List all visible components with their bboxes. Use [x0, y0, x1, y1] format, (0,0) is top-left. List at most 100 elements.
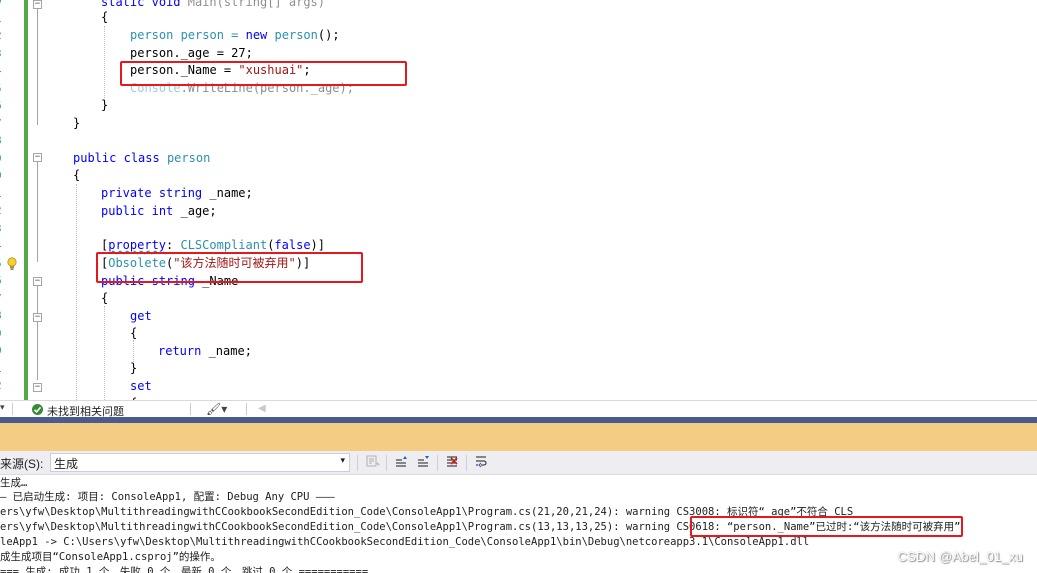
code-line: { [130, 326, 138, 340]
separator [437, 455, 438, 471]
separator [386, 455, 387, 471]
keyword: false [274, 238, 311, 252]
code-line-field-age: public int _age; [101, 203, 217, 219]
output-text-area[interactable]: 生成… — 已启动生成: 项目: ConsoleApp1, 配置: Debug … [0, 476, 1037, 573]
line-number: 3 [0, 47, 5, 60]
keyword: public [101, 204, 145, 218]
keyword: return [158, 344, 202, 358]
keyword: void [151, 0, 181, 9]
highlight-box-obsolete-warning [690, 516, 963, 537]
code-line: } [130, 361, 138, 375]
lightbulb-icon[interactable] [6, 257, 18, 271]
line-number: 7 [0, 292, 5, 305]
code-cleanup-brush-icon[interactable]: 🖌▾ [206, 402, 227, 416]
method-name: Main(string[] args) [187, 0, 326, 9]
line-number: 6 [0, 274, 5, 287]
code-line: { [73, 168, 81, 182]
constructor: person [267, 28, 318, 42]
code-editor[interactable]: − − − − − static void Main(string[] args… [0, 0, 1037, 400]
separator [466, 455, 467, 471]
class-name: person [166, 151, 211, 165]
previous-message-icon[interactable] [392, 454, 410, 472]
clear-all-icon[interactable] [443, 454, 461, 472]
code-line-set: set [130, 379, 152, 393]
separator [190, 403, 191, 415]
line-number: 2 [0, 379, 5, 392]
line-number: 1 [0, 187, 5, 200]
code-line-age: person._age = 27; [130, 46, 253, 60]
toggle-word-wrap-icon[interactable] [472, 454, 490, 472]
keyword: class [123, 151, 160, 165]
code-line-attr-property: [property: CLSCompliant(false)] [101, 237, 325, 253]
keyword: public [73, 151, 117, 165]
scroll-left-icon[interactable]: ◀ [258, 403, 266, 414]
line-number: 7 [0, 117, 5, 130]
next-message-icon[interactable] [414, 454, 432, 472]
line-number: 4 [0, 239, 5, 252]
fold-toggle-property[interactable]: − [33, 277, 42, 286]
zoom-dropdown-icon[interactable]: ▾ [0, 403, 5, 413]
code-text: _name; [201, 344, 252, 358]
line-number: 4 [0, 64, 5, 77]
line-number: 2 [0, 29, 5, 42]
line-number: 6 [0, 99, 5, 112]
code-line-class-decl: public class person [73, 150, 210, 166]
separator [12, 403, 13, 415]
output-line: — 已启动生成: 项目: ConsoleApp1, 配置: Debug Any … [0, 491, 335, 503]
keyword: private [101, 186, 152, 200]
fold-guide [37, 162, 38, 262]
output-line: === 生成: 成功 1 个，失败 0 个，最新 0 个，跳过 0 个 ====… [0, 566, 369, 573]
code-line-get: get [130, 309, 152, 323]
line-number: 1 [0, 12, 5, 25]
highlight-box-name-assignment [120, 61, 407, 86]
line-number: 5 [0, 257, 5, 270]
code-line-field-name: private string _name; [101, 185, 253, 201]
editor-status-strip: ▾ 未找到相关问题 🖌▾ ◀ [0, 400, 1037, 418]
line-number: 1 [0, 362, 5, 375]
output-source-select[interactable]: 生成 ▾ [50, 453, 350, 472]
line-number: 3 [0, 222, 5, 235]
output-toolbar: 来源(S): 生成 ▾ [0, 451, 1037, 475]
code-text: )] [310, 238, 325, 252]
code-text: (); [317, 28, 340, 42]
line-number: 8 [0, 134, 5, 147]
line-number: 2 [0, 204, 5, 217]
output-panel-titlebar[interactable] [0, 423, 1037, 451]
code-line: { [101, 10, 109, 24]
fold-toggle-get[interactable]: − [33, 313, 42, 322]
highlight-box-obsolete-attribute [96, 252, 363, 283]
output-line: leApp1 -> C:\Users\yfw\Desktop\Multithre… [0, 536, 810, 548]
code-line: { [101, 291, 109, 305]
keyword: static [101, 0, 145, 9]
line-number: 0 [0, 344, 5, 357]
code-line: } [73, 116, 81, 130]
indent-guide [104, 26, 105, 108]
output-line: 成生成项目“ConsoleApp1.csproj”的操作。 [0, 551, 221, 563]
change-tracking-bar [24, 0, 28, 400]
line-number: 0 [0, 169, 5, 182]
indent-guide [76, 184, 77, 400]
code-line-return: return _name; [158, 343, 252, 359]
fold-toggle-class[interactable]: − [33, 153, 42, 162]
chevron-down-icon[interactable]: ▾ [340, 455, 345, 466]
code-text: : [166, 238, 181, 252]
line-number: 8 [0, 309, 5, 322]
find-message-in-code-icon[interactable] [364, 454, 382, 472]
check-circle-icon [32, 404, 43, 415]
keyword: string [158, 186, 203, 200]
code-line-main-signature: static void Main(string[] args) [101, 0, 325, 10]
code-text: _name; [202, 186, 253, 200]
fold-toggle-main[interactable]: − [33, 0, 42, 9]
output-source-value: 生成 [54, 457, 79, 471]
fold-toggle-set[interactable]: − [33, 383, 42, 392]
watermark: CSDN @Abel_01_xu [897, 549, 1023, 564]
type-name: person [130, 28, 174, 42]
separator [246, 403, 247, 415]
variable: person = [173, 28, 246, 42]
output-line: 生成… [0, 477, 28, 489]
keyword: new [245, 28, 268, 42]
line-number: 9 [0, 152, 5, 165]
attribute-name: CLSCompliant [180, 238, 268, 252]
code-text: _age; [173, 204, 217, 218]
fold-guide [37, 322, 38, 380]
